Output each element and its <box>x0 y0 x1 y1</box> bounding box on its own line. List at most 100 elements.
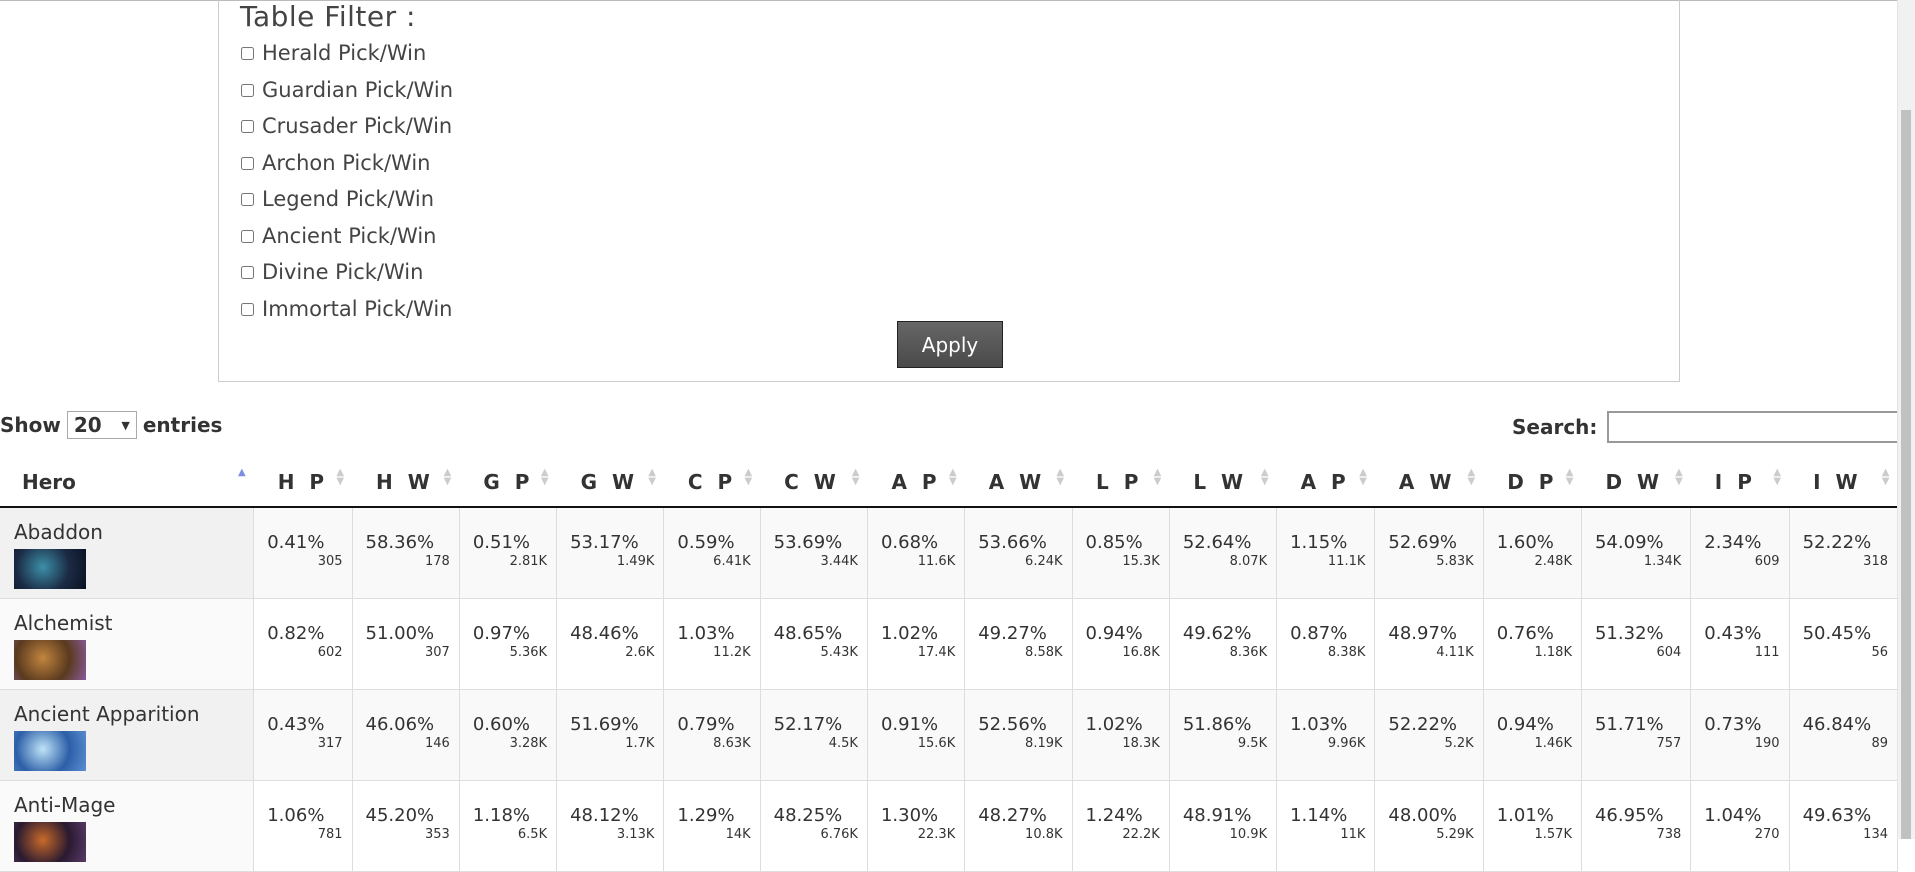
filter-option[interactable]: Crusader Pick/Win <box>241 111 452 141</box>
stat-cell: 48.46% 2.6K <box>556 598 665 690</box>
stat-cell: 46.84% 89 <box>1789 689 1899 781</box>
entries-select[interactable]: 20 ▼ <box>66 411 137 439</box>
stat-percent: 58.36% <box>365 532 435 553</box>
ancient-apparition-portrait[interactable] <box>14 731 86 771</box>
stat-count: 16.8K <box>1122 645 1160 660</box>
stat-count: 6.76K <box>820 827 858 842</box>
column-header[interactable]: I P ▲ ▼ <box>1690 458 1790 508</box>
vertical-scrollbar[interactable] <box>1897 0 1915 839</box>
stat-percent: 0.51% <box>472 532 530 553</box>
alchemist-portrait[interactable] <box>14 640 86 680</box>
column-header[interactable]: D P ▲ ▼ <box>1483 458 1582 508</box>
column-header[interactable]: L W ▲ ▼ <box>1169 458 1277 508</box>
filter-checkbox[interactable] <box>241 119 254 133</box>
stat-percent: 0.68% <box>880 532 939 553</box>
stat-percent: 0.60% <box>472 714 530 735</box>
stat-cell: 50.45% 56 <box>1789 598 1899 690</box>
stat-percent: 0.91% <box>880 714 939 735</box>
column-header-hero[interactable]: Hero ▲ <box>0 458 254 508</box>
stat-count: 146 <box>424 736 450 751</box>
column-header-label: I P <box>1714 470 1756 494</box>
column-header[interactable]: A W ▲ ▼ <box>1374 458 1484 508</box>
column-header[interactable]: C W ▲ ▼ <box>760 458 868 508</box>
hero-name[interactable]: Ancient Apparition <box>14 702 200 726</box>
filter-checkbox[interactable] <box>241 156 254 170</box>
filter-checkbox[interactable] <box>241 46 254 60</box>
stat-cell: 46.95% 738 <box>1581 780 1692 872</box>
abaddon-portrait[interactable] <box>14 549 86 589</box>
stat-cell: 52.17% 4.5K <box>760 689 868 781</box>
scrollbar-thumb[interactable] <box>1901 110 1911 839</box>
sort-arrows-icon: ▲ ▼ <box>540 467 549 487</box>
stat-percent: 50.45% <box>1802 623 1872 644</box>
stat-percent: 1.06% <box>267 805 325 826</box>
hero-cell: Abaddon <box>0 507 255 599</box>
column-header[interactable]: C P ▲ ▼ <box>663 458 761 508</box>
stat-percent: 1.04% <box>1704 805 1762 826</box>
stat-cell: 46.06% 146 <box>352 689 460 781</box>
column-header[interactable]: L P ▲ ▼ <box>1072 458 1170 508</box>
stat-count: 10.8K <box>1025 827 1063 842</box>
apply-button[interactable]: Apply <box>897 321 1003 368</box>
sort-arrows-icon: ▲ ▼ <box>851 467 860 487</box>
stat-percent: 46.95% <box>1594 805 1664 826</box>
column-header-label: L P <box>1096 470 1143 494</box>
stat-count: 757 <box>1656 736 1682 751</box>
stat-cell: 0.43% 317 <box>253 689 353 781</box>
stat-percent: 52.56% <box>978 714 1047 735</box>
stat-count: 89 <box>1871 736 1888 751</box>
column-header[interactable]: H W ▲ ▼ <box>352 458 460 508</box>
stat-percent: 1.03% <box>1290 714 1348 735</box>
column-header-label: D P <box>1507 470 1558 494</box>
stat-count: 738 <box>1656 827 1682 842</box>
stat-percent: 46.06% <box>365 714 435 735</box>
stat-cell: 52.69% 5.83K <box>1374 507 1484 599</box>
stat-percent: 51.71% <box>1594 714 1664 735</box>
stat-count: 602 <box>317 645 343 660</box>
column-header[interactable]: D W ▲ ▼ <box>1581 458 1691 508</box>
stat-cell: 1.30% 22.3K <box>867 780 966 872</box>
stat-percent: 1.14% <box>1290 805 1348 826</box>
stat-count: 2.81K <box>509 554 548 569</box>
anti-mage-portrait[interactable] <box>14 822 86 862</box>
filter-option[interactable]: Guardian Pick/Win <box>241 75 453 105</box>
filter-option[interactable]: Immortal Pick/Win <box>241 294 452 324</box>
hero-cell: Anti-Mage <box>0 780 255 872</box>
stat-count: 604 <box>1656 645 1682 660</box>
stat-cell: 0.59% 6.41K <box>663 507 761 599</box>
stat-count: 9.5K <box>1237 736 1268 751</box>
stat-percent: 0.82% <box>267 623 325 644</box>
column-header[interactable]: G W ▲ ▼ <box>556 458 664 508</box>
filter-option[interactable]: Divine Pick/Win <box>241 257 423 287</box>
filter-checkbox[interactable] <box>241 229 254 243</box>
stat-count: 22.3K <box>917 827 956 842</box>
search-input[interactable] <box>1607 411 1900 443</box>
stat-percent: 45.20% <box>365 805 435 826</box>
column-header[interactable]: A W ▲ ▼ <box>964 458 1073 508</box>
column-header[interactable]: A P ▲ ▼ <box>1276 458 1375 508</box>
stat-cell: 51.71% 757 <box>1581 689 1692 781</box>
column-header[interactable]: I W ▲ ▼ <box>1789 458 1898 508</box>
sort-arrows-icon: ▲ ▼ <box>1565 467 1574 487</box>
column-header[interactable]: H P ▲ ▼ <box>253 458 353 508</box>
filter-option[interactable]: Archon Pick/Win <box>241 148 431 178</box>
hero-name[interactable]: Anti-Mage <box>14 793 115 817</box>
filter-checkbox[interactable] <box>241 302 254 316</box>
stat-percent: 1.18% <box>472 805 530 826</box>
filter-option[interactable]: Legend Pick/Win <box>241 184 434 214</box>
filter-checkbox[interactable] <box>241 192 254 206</box>
hero-name[interactable]: Abaddon <box>14 520 103 544</box>
stat-cell: 1.03% 9.96K <box>1276 689 1376 781</box>
stat-percent: 51.32% <box>1594 623 1664 644</box>
filter-checkbox[interactable] <box>241 265 254 279</box>
stat-cell: 0.79% 8.63K <box>663 689 761 781</box>
stat-percent: 53.69% <box>773 532 843 553</box>
column-header[interactable]: G P ▲ ▼ <box>459 458 557 508</box>
stat-cell: 0.94% 16.8K <box>1072 598 1170 690</box>
filter-option[interactable]: Herald Pick/Win <box>241 38 426 68</box>
filter-option[interactable]: Ancient Pick/Win <box>241 221 436 251</box>
filter-checkbox[interactable] <box>241 83 254 97</box>
hero-name[interactable]: Alchemist <box>14 611 113 635</box>
stat-count: 8.38K <box>1327 645 1366 660</box>
column-header[interactable]: A P ▲ ▼ <box>867 458 965 508</box>
